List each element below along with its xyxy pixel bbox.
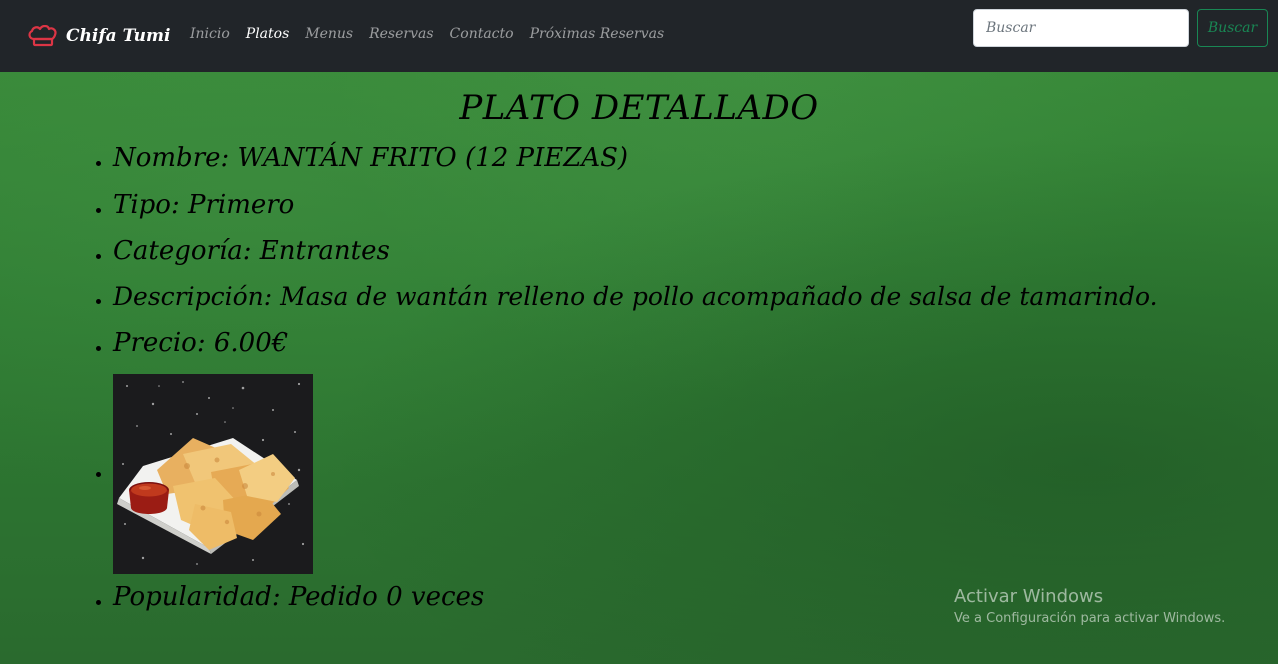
list-item-descripcion: Descripción: Masa de wantán relleno de p… <box>96 282 1158 311</box>
nav-link-inicio[interactable]: Inicio <box>190 26 230 42</box>
dish-price: Precio: 6.00€ <box>113 328 289 358</box>
chef-hat-icon <box>28 25 57 47</box>
bullet-icon <box>96 160 101 166</box>
list-item-popularidad: Popularidad: Pedido 0 veces <box>96 582 484 612</box>
dish-name: Nombre: WANTÁN FRITO (12 PIEZAS) <box>113 143 629 173</box>
windows-activation-watermark: Activar Windows Ve a Configuración para … <box>954 586 1225 628</box>
bullet-icon <box>96 345 101 351</box>
nav-link-menus[interactable]: Menus <box>305 26 353 42</box>
dish-photo <box>113 374 313 574</box>
brand-link[interactable]: Chifa Tumi <box>28 22 171 50</box>
top-navbar: Chifa Tumi Inicio Platos Menus Reservas … <box>0 0 1278 72</box>
dish-category: Categoría: Entrantes <box>113 236 390 266</box>
main-nav: Inicio Platos Menus Reservas Contacto Pr… <box>190 26 664 42</box>
bullet-icon <box>96 207 101 213</box>
page-title: PLATO DETALLADO <box>459 88 819 128</box>
search-button[interactable]: Buscar <box>1197 9 1268 47</box>
watermark-title: Activar Windows <box>954 586 1104 607</box>
nav-link-contacto[interactable]: Contacto <box>450 26 514 42</box>
list-item-tipo: Tipo: Primero <box>96 190 294 220</box>
bullet-icon <box>96 253 101 259</box>
bullet-icon <box>96 599 101 605</box>
list-item-nombre: Nombre: WANTÁN FRITO (12 PIEZAS) <box>96 143 628 173</box>
list-item-categoria: Categoría: Entrantes <box>96 236 390 266</box>
bullet-icon <box>96 471 101 477</box>
watermark-subtitle: Ve a Configuración para activar Windows. <box>954 611 1226 626</box>
dish-type: Tipo: Primero <box>113 190 295 220</box>
search-input[interactable] <box>973 9 1189 47</box>
nav-link-proximas-reservas[interactable]: Próximas Reservas <box>530 26 665 42</box>
nav-link-reservas[interactable]: Reservas <box>369 26 433 42</box>
list-item-image <box>96 374 313 574</box>
dish-description: Descripción: Masa de wantán relleno de p… <box>113 282 1158 311</box>
nav-link-platos[interactable]: Platos <box>246 26 289 42</box>
brand-name: Chifa Tumi <box>66 26 171 46</box>
list-item-precio: Precio: 6.00€ <box>96 328 288 358</box>
dish-popularity: Popularidad: Pedido 0 veces <box>113 582 485 612</box>
bullet-icon <box>96 299 101 304</box>
